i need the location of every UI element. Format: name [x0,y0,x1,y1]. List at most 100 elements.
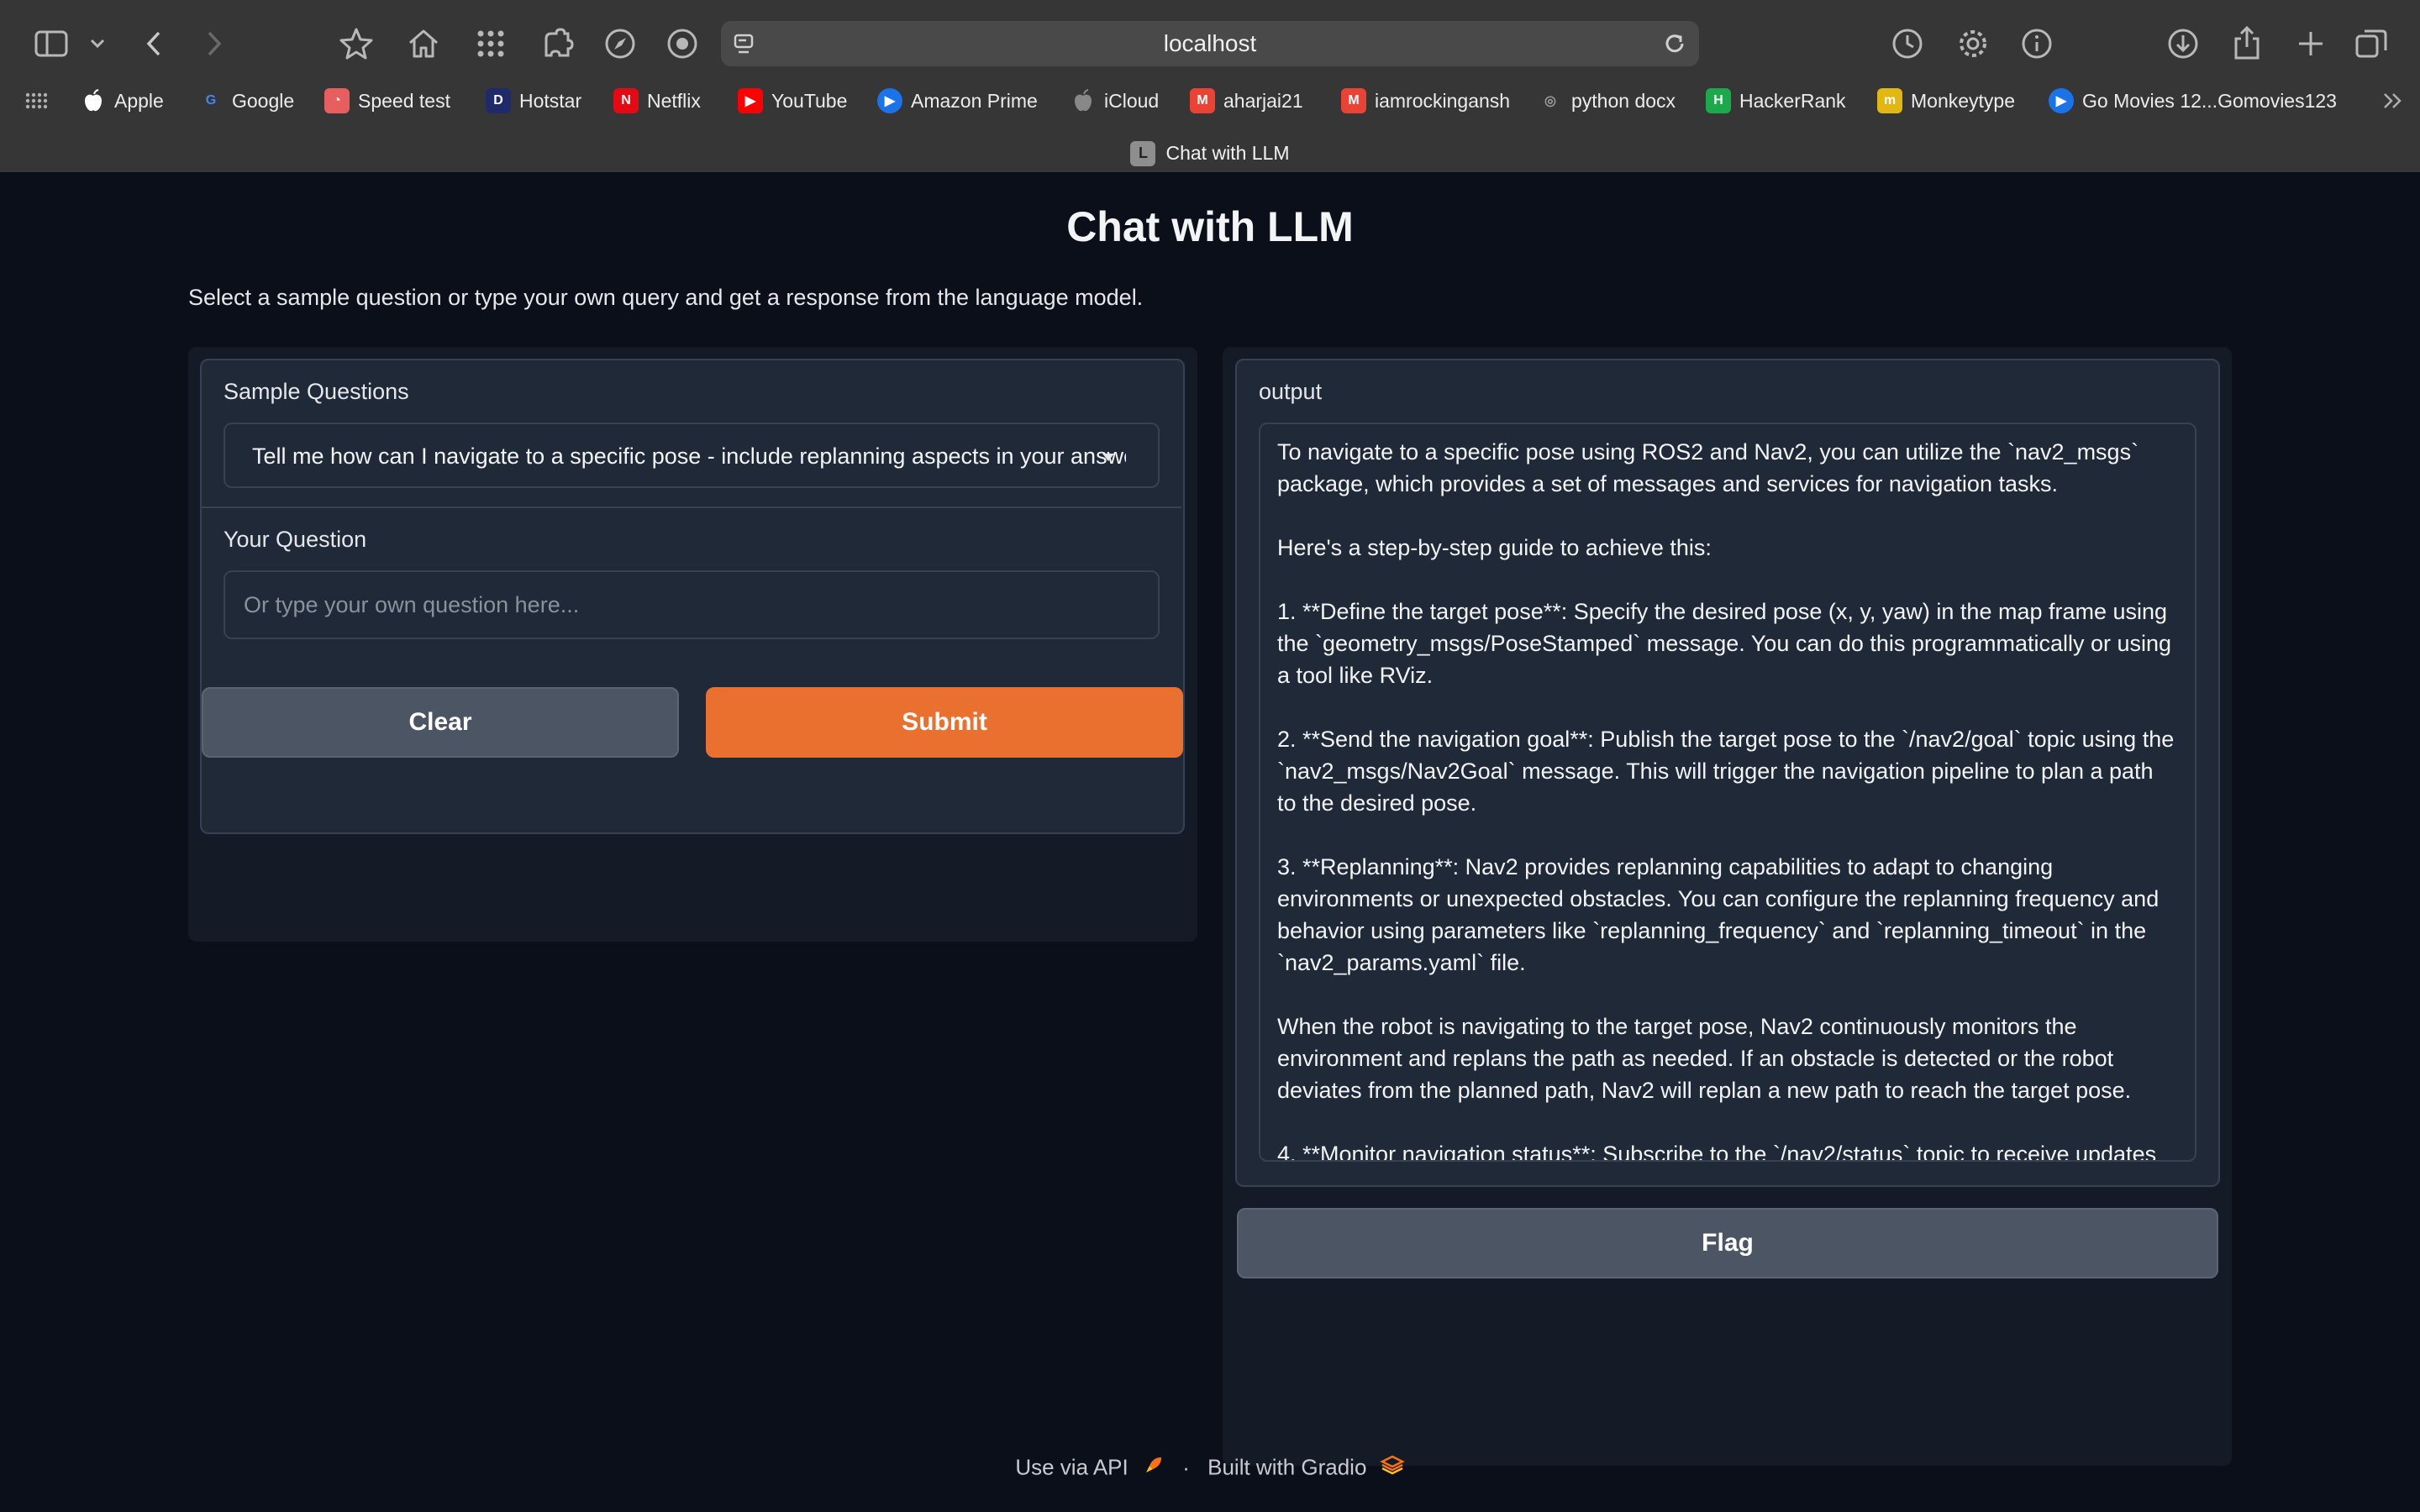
output-text: To navigate to a specific pose using ROS… [1277,436,2178,1162]
gear-icon[interactable] [1954,25,1991,62]
share-icon[interactable] [2228,24,2265,62]
use-via-api-link[interactable]: Use via API [1015,1455,1128,1480]
tab-favicon: L [1130,140,1156,166]
bookmark-label: python docx [1571,89,1676,112]
sidebar-toggle-icon[interactable] [34,27,69,60]
apple-icon [81,88,106,113]
gradio-app: Chat with LLM Select a sample question o… [0,172,2420,1512]
bookmark-item[interactable]: G Google [198,82,294,119]
bookmark-item[interactable]: ▶ Amazon Prime [877,82,1038,119]
bookmark-item[interactable]: N Netflix [613,82,701,119]
apple-icon [1071,88,1096,113]
gradio-logo-icon [1379,1454,1405,1482]
bookmark-label: Speed test [358,89,450,112]
question-input[interactable] [224,570,1160,639]
hotstar-icon: D [486,88,511,113]
page-description: Select a sample question or type your ow… [188,285,1144,310]
output-paragraph: To navigate to a specific pose using ROS… [1277,439,2139,496]
footer: Use via API · Built with Gradio [0,1453,2420,1482]
dropdown-caret-icon [1102,454,1114,461]
chevron-down-icon[interactable] [87,34,108,54]
rocket-icon [1143,1454,1165,1482]
bookmark-label: YouTube [771,89,848,112]
sample-questions-label: Sample Questions [224,379,409,404]
bookmark-item[interactable]: H HackerRank [1706,82,1846,119]
history-icon[interactable] [1889,25,1926,62]
tab-strip: L Chat with LLM [0,134,2420,172]
bookmark-item[interactable]: ▶ YouTube [738,82,847,119]
google-icon: G [205,93,217,108]
new-tab-icon[interactable] [2292,25,2329,62]
back-icon[interactable] [141,27,166,60]
compass-icon[interactable] [602,25,639,62]
bookmark-item[interactable]: ◎ python docx [1538,82,1676,119]
clear-button[interactable]: Clear [202,687,679,758]
browser-toolbar: localhost [0,0,2420,87]
bookmarks-grid-icon[interactable] [25,82,47,119]
sample-questions-dropdown[interactable]: Tell me how can I navigate to a specific… [224,423,1160,488]
bookmark-label: Go Movies 12...Gomovies123 [2082,89,2337,112]
bookmark-item[interactable]: m Monkeytype [1877,82,2015,119]
target-icon[interactable] [664,25,701,62]
forward-icon[interactable] [202,27,227,60]
tab-title: Chat with LLM [1165,142,1290,164]
output-paragraph: 1. **Define the target pose**: Specify t… [1277,599,2172,688]
play-icon: ▶ [877,88,902,113]
home-icon[interactable] [405,25,442,62]
monkeytype-icon: m [1877,88,1902,113]
extension-icon[interactable] [539,25,576,62]
footer-separator: · [1182,1454,1190,1480]
divider [202,507,1181,508]
bookmark-item[interactable]: ▶ Go Movies 12...Gomovies123 [2049,82,2337,119]
reload-icon[interactable] [1662,31,1687,60]
play-icon: ▶ [2049,88,2074,113]
tab-chat-with-llm[interactable]: L Chat with LLM [1130,140,1290,166]
bookmark-label: HackerRank [1739,89,1846,112]
output-paragraph: Here's a step-by-step guide to achieve t… [1277,535,1712,560]
tab-overview-icon[interactable] [2353,25,2390,62]
built-with-gradio-link[interactable]: Built with Gradio [1207,1455,1366,1480]
flag-button[interactable]: Flag [1237,1208,2218,1278]
bookmark-label: aharjai21 [1223,89,1303,112]
bookmark-label: Google [232,89,295,112]
grid-icon[interactable] [474,27,508,60]
star-icon[interactable] [338,25,375,62]
output-paragraph: 2. **Send the navigation goal**: Publish… [1277,727,2175,816]
info-icon[interactable] [2018,25,2055,62]
chevron-right-double-icon[interactable] [2381,82,2405,119]
bookmark-label: iCloud [1104,89,1160,112]
bookmark-item[interactable]: Miamrockingansh [1341,82,1510,119]
bookmark-item[interactable]: D Hotstar [486,82,581,119]
netflix-icon: N [613,88,639,113]
bookmarks-bar: Apple G Google ◔ Speed test D Hotstar N Netflix ▶… [0,82,2420,119]
bookmark-label: Apple [114,89,164,112]
submit-button[interactable]: Submit [706,687,1183,758]
sample-question-value: Tell me how can I navigate to a specific… [252,444,1126,469]
download-icon[interactable] [2165,25,2202,62]
gmail-icon: M [1190,88,1215,113]
bookmark-label: Netflix [647,89,701,112]
speedometer-icon: ◔ [324,88,350,113]
bookmark-item[interactable]: Maharjai21 [1190,82,1303,119]
bookmark-item[interactable]: iCloud [1071,82,1159,119]
your-question-label: Your Question [224,527,367,552]
output-paragraph: 4. **Monitor navigation status**: Subscr… [1277,1142,2157,1162]
output-label: output [1259,379,1323,404]
url-text[interactable]: localhost [721,21,1699,66]
bookmark-label: Amazon Prime [911,89,1038,112]
bookmark-label: Monkeytype [1911,89,2016,112]
globe-icon: ◎ [1544,94,1556,108]
page-title: Chat with LLM [1066,203,1354,250]
bookmark-label: iamrockingansh [1375,89,1511,112]
bookmark-item[interactable]: ◔ Speed test [324,82,450,119]
bookmark-item[interactable]: Apple [81,82,164,119]
address-bar[interactable]: localhost [721,21,1699,66]
output-paragraph: 3. **Replanning**: Nav2 provides replann… [1277,854,2160,975]
hackerrank-icon: H [1706,88,1731,113]
browser-chrome: localhost Apple G Google ◔ Speed test D … [0,0,2420,172]
gmail-icon: M [1341,88,1366,113]
youtube-icon: ▶ [738,88,763,113]
bookmark-label: Hotstar [519,89,582,112]
output-textbox[interactable]: To navigate to a specific pose using ROS… [1259,423,2196,1162]
output-paragraph: When the robot is navigating to the targ… [1277,1014,2132,1103]
